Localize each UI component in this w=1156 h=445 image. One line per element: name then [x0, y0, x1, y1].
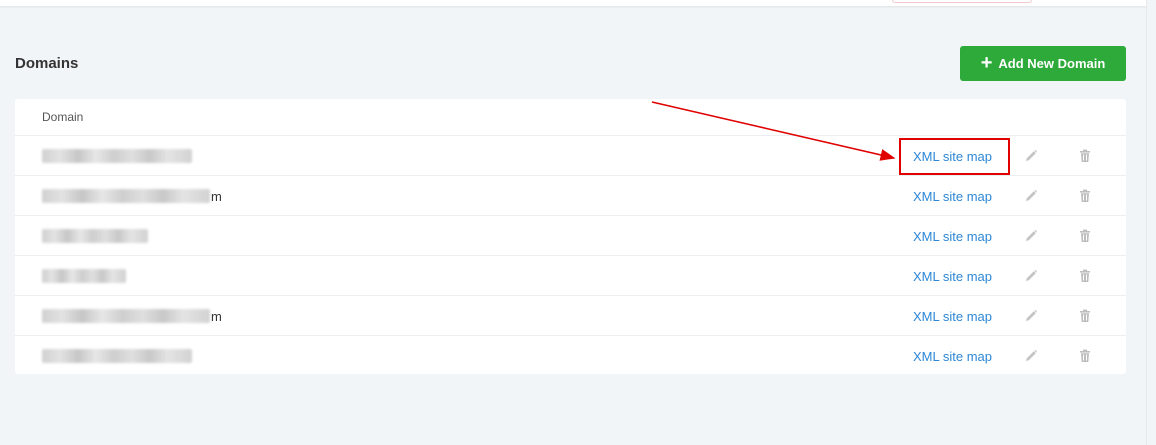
xml-sitemap-link[interactable]: XML site map — [913, 296, 992, 336]
domain-suffix: m — [211, 188, 222, 204]
xml-sitemap-link[interactable]: XML site map — [913, 216, 992, 256]
redacted-domain — [42, 349, 192, 363]
domain-suffix: m — [211, 308, 222, 324]
domain-cell — [42, 256, 127, 296]
domain-cell — [42, 216, 149, 256]
table-row: XML site map — [15, 216, 1126, 256]
pencil-icon[interactable] — [1023, 348, 1039, 364]
table-row: XML site map — [15, 336, 1126, 376]
domains-table: Domain XML site map m XML site map XML s… — [15, 99, 1126, 374]
add-new-domain-label: Add New Domain — [998, 56, 1106, 71]
trash-icon[interactable] — [1077, 228, 1093, 244]
xml-sitemap-link[interactable]: XML site map — [913, 136, 992, 176]
domain-cell — [42, 136, 193, 176]
trash-icon[interactable] — [1077, 348, 1093, 364]
domain-cell — [42, 336, 193, 376]
pencil-icon[interactable] — [1023, 148, 1039, 164]
pencil-icon[interactable] — [1023, 308, 1039, 324]
trash-icon[interactable] — [1077, 268, 1093, 284]
trash-icon[interactable] — [1077, 148, 1093, 164]
table-row: XML site map — [15, 136, 1126, 176]
domain-cell: m — [42, 296, 222, 336]
redacted-domain — [42, 309, 210, 323]
redacted-domain — [42, 269, 126, 283]
page-title: Domains — [15, 55, 79, 72]
top-bar-badge — [892, 0, 1032, 3]
pencil-icon[interactable] — [1023, 228, 1039, 244]
xml-sitemap-link[interactable]: XML site map — [913, 256, 992, 296]
redacted-domain — [42, 189, 210, 203]
add-new-domain-button[interactable]: + Add New Domain — [960, 46, 1126, 81]
table-row: XML site map — [15, 256, 1126, 296]
pencil-icon[interactable] — [1023, 188, 1039, 204]
plus-icon: + — [980, 51, 993, 74]
page-scrollbar[interactable] — [1146, 0, 1156, 445]
pencil-icon[interactable] — [1023, 268, 1039, 284]
domain-cell: m — [42, 176, 222, 216]
redacted-domain — [42, 149, 192, 163]
top-bar — [0, 0, 1146, 6]
xml-sitemap-link[interactable]: XML site map — [913, 176, 992, 216]
redacted-domain — [42, 229, 148, 243]
table-row: m XML site map — [15, 176, 1126, 216]
table-row: m XML site map — [15, 296, 1126, 336]
xml-sitemap-link[interactable]: XML site map — [913, 336, 992, 376]
trash-icon[interactable] — [1077, 188, 1093, 204]
trash-icon[interactable] — [1077, 308, 1093, 324]
table-header: Domain — [15, 99, 1126, 136]
column-header-domain: Domain — [42, 110, 84, 124]
